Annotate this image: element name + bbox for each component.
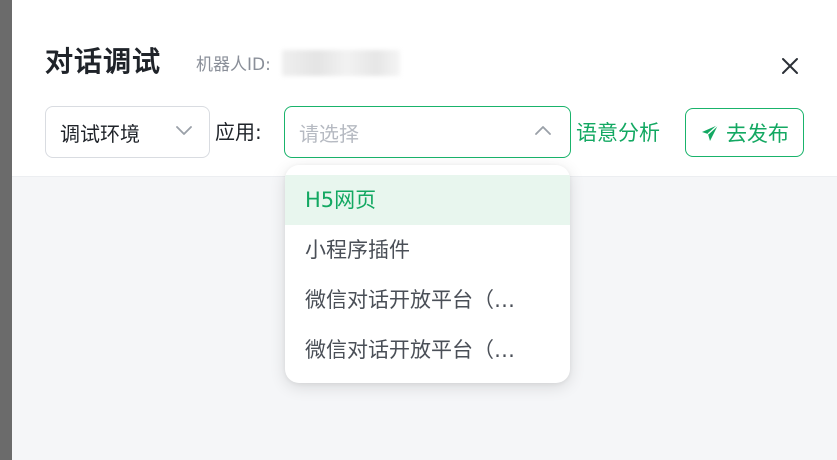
dialog-title: 对话调试 [45,45,162,78]
app-label: 应用: [215,120,262,144]
publish-button-label: 去发布 [726,121,789,146]
dropdown-item-miniprogram[interactable]: 小程序插件 [285,225,570,275]
dropdown-item-wechat-open-2[interactable]: 微信对话开放平台（… [285,325,570,375]
chevron-down-icon [176,126,192,135]
environment-select-value: 调试环境 [60,121,140,146]
dropdown-item-h5[interactable]: H5网页 [285,175,570,225]
dropdown-item-wechat-open-1[interactable]: 微信对话开放平台（… [285,275,570,325]
close-button[interactable] [776,52,804,80]
robot-id-redacted [282,50,400,76]
semantic-analysis-link[interactable]: 语意分析 [576,119,660,147]
debug-dialog: 对话调试 机器人ID: 调试环境 应用: 请选择 语意分析 去发布 H5网页 小… [0,0,837,460]
environment-select[interactable]: 调试环境 [45,106,210,158]
publish-button[interactable]: 去发布 [685,108,804,157]
paper-plane-icon [702,123,719,141]
app-select-placeholder: 请选择 [299,121,359,146]
app-dropdown-menu: H5网页 小程序插件 微信对话开放平台（… 微信对话开放平台（… [285,165,570,383]
app-select[interactable]: 请选择 [284,106,571,158]
chevron-up-icon [535,126,551,135]
close-icon [782,58,798,74]
robot-id-label: 机器人ID: [196,55,271,75]
backdrop-strip [0,0,12,460]
